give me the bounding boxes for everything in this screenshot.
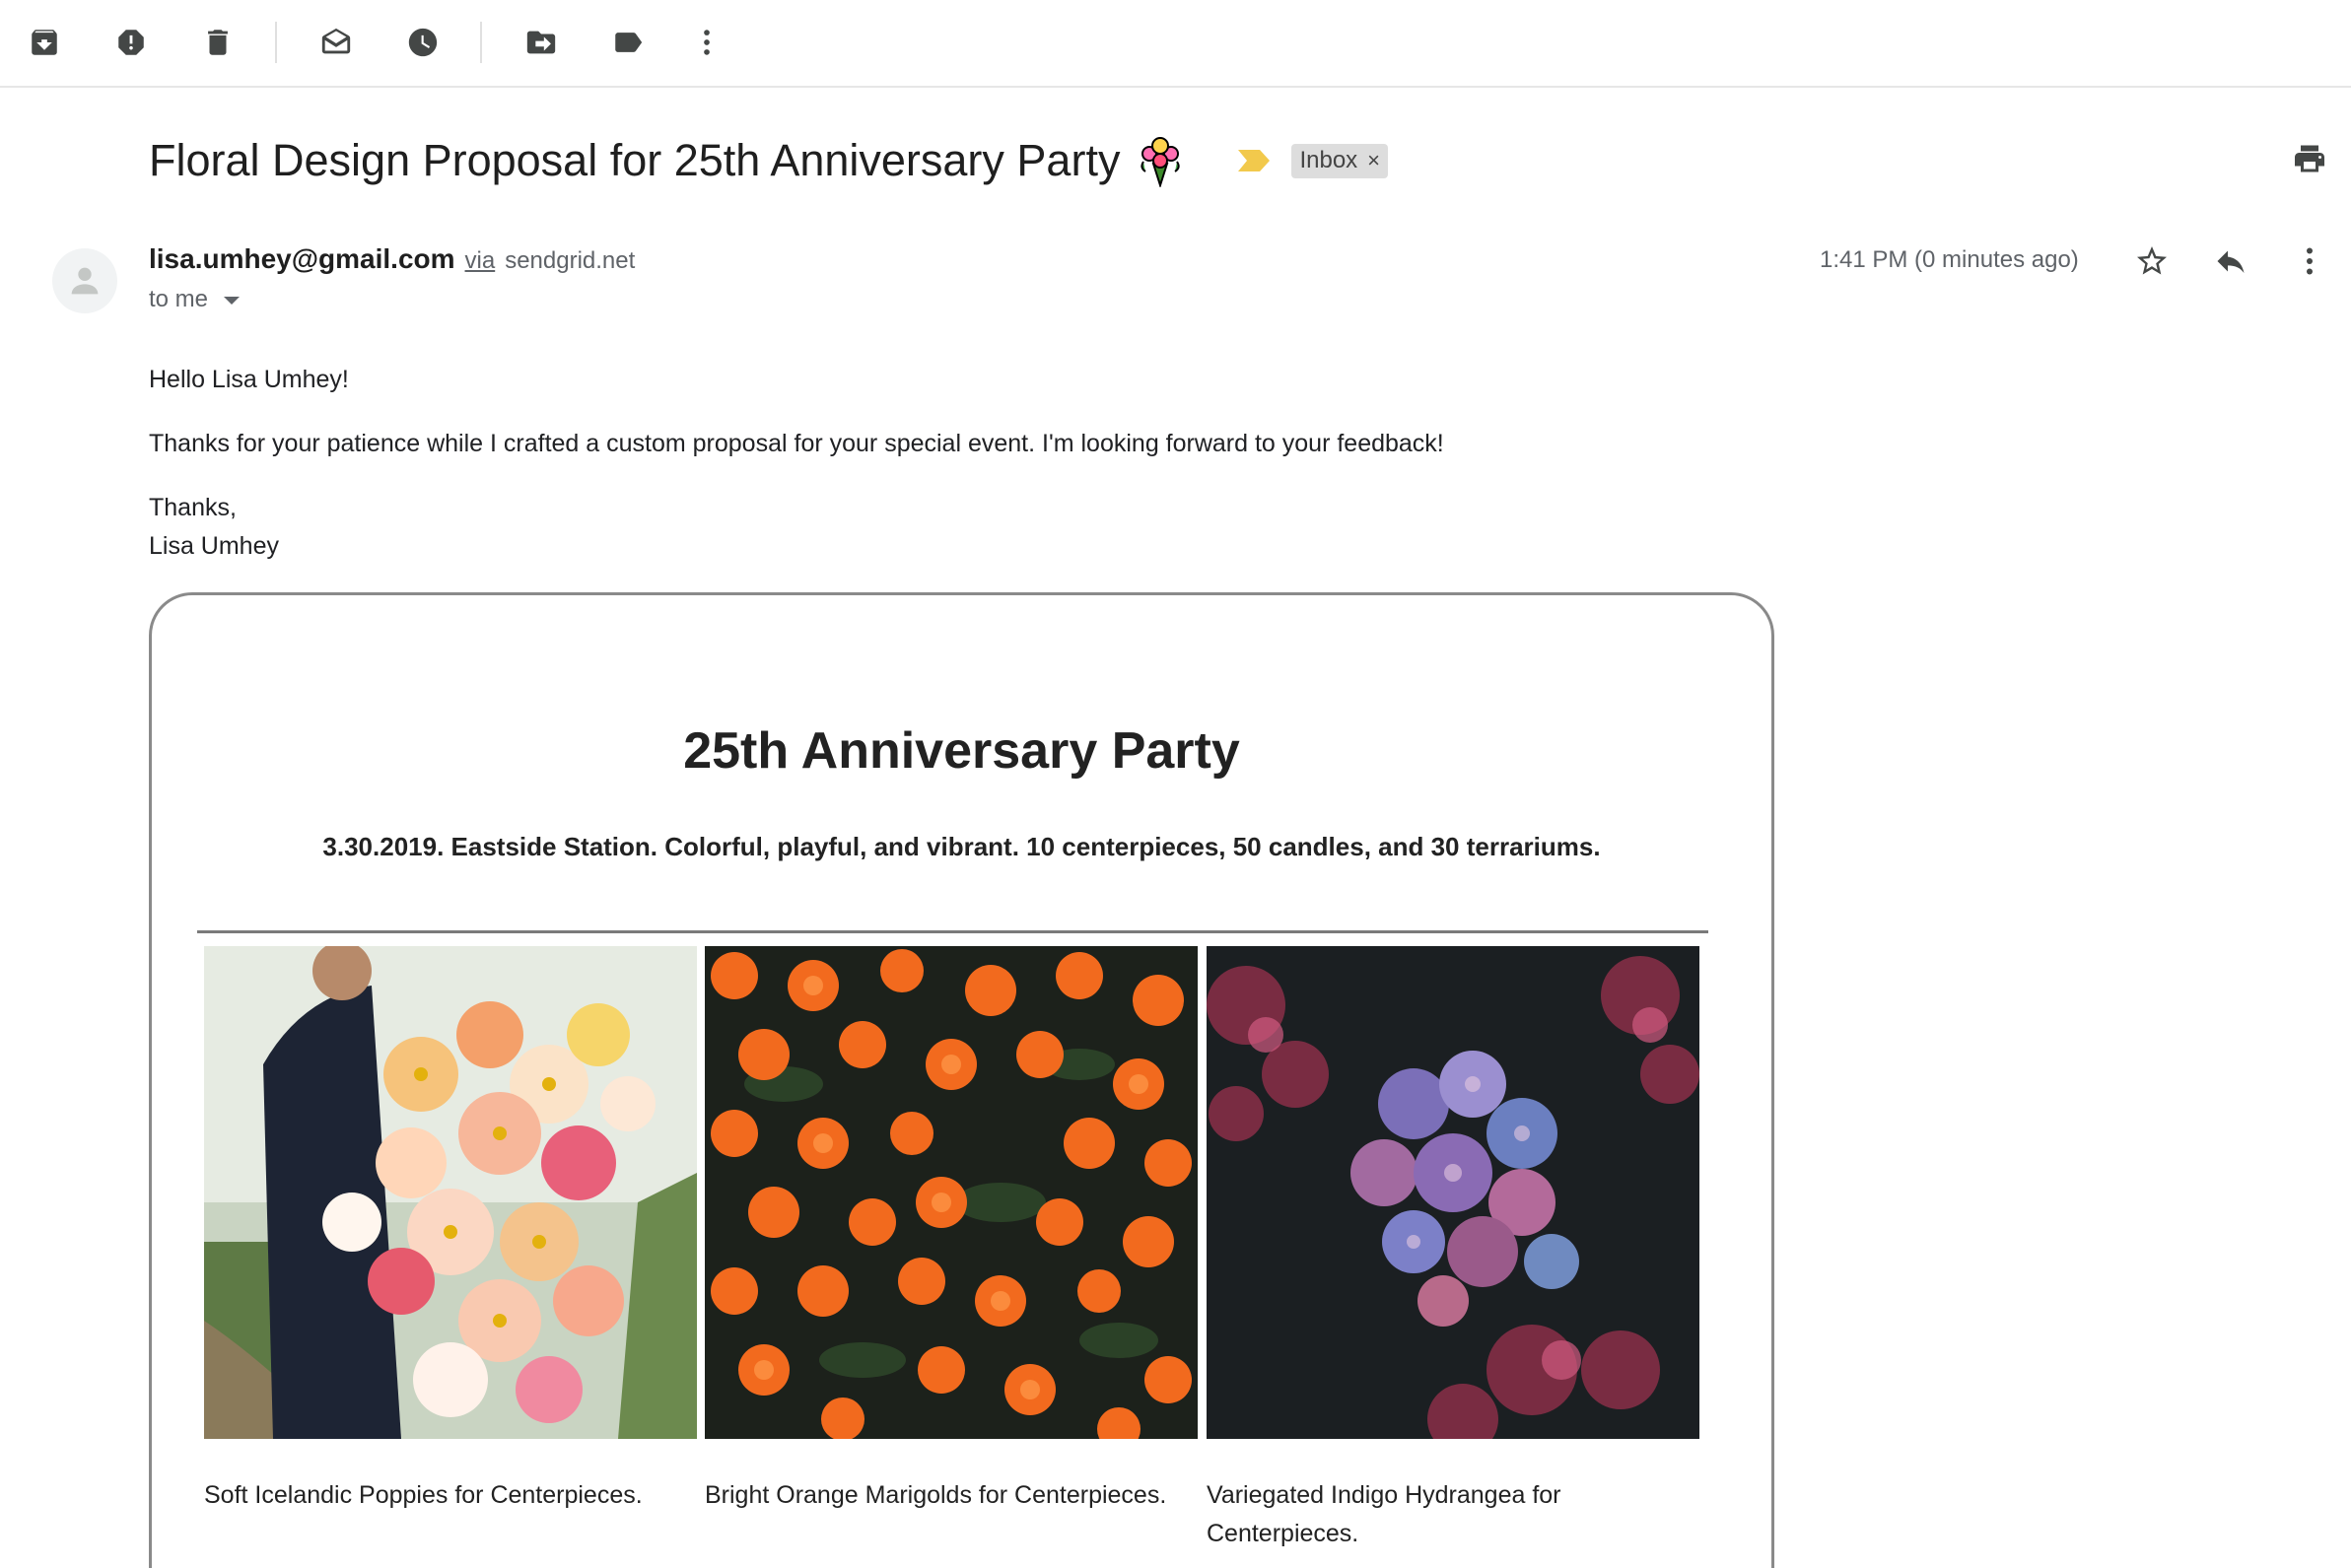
recipients-text: to me: [149, 286, 209, 312]
hydrangea-image[interactable]: [1207, 946, 1699, 1439]
label-chip-inbox[interactable]: Inbox ×: [1291, 143, 1389, 178]
divider: [197, 930, 1708, 933]
email-view: Floral Design Proposal for 25th Annivers…: [0, 0, 2351, 1568]
report-spam-icon[interactable]: [108, 20, 154, 65]
print-icon[interactable]: [2287, 136, 2332, 181]
snooze-icon[interactable]: [400, 20, 446, 65]
subject-row: Floral Design Proposal for 25th Annivers…: [149, 126, 1389, 195]
label-icon[interactable]: [605, 20, 651, 65]
toolbar-divider: [275, 22, 277, 63]
label-chip-text: Inbox: [1299, 147, 1358, 173]
remove-label-icon[interactable]: ×: [1367, 148, 1380, 173]
via-link[interactable]: via: [465, 247, 496, 275]
toolbar: [0, 0, 2351, 88]
caption-marigolds: Bright Orange Marigolds for Centerpieces…: [705, 1481, 1167, 1509]
caret-down-icon[interactable]: [224, 297, 241, 305]
message-more-icon[interactable]: [2287, 239, 2332, 284]
move-to-icon[interactable]: [519, 20, 564, 65]
signoff-text: Thanks,: [149, 494, 237, 521]
reply-icon[interactable]: [2208, 239, 2253, 284]
proposal-card: 25th Anniversary Party 3.30.2019. Eastsi…: [149, 592, 1774, 1568]
person-icon: [71, 267, 99, 295]
proposal-details: 3.30.2019. Eastside Station. Colorful, p…: [322, 832, 1601, 861]
toolbar-divider: [480, 22, 482, 63]
proposal-title: 25th Anniversary Party: [683, 722, 1240, 780]
importance-marker-icon[interactable]: [1236, 148, 1272, 173]
signature-text: Lisa Umhey: [149, 532, 279, 560]
marigolds-image[interactable]: [705, 946, 1198, 1439]
delete-icon[interactable]: [195, 20, 241, 65]
star-icon[interactable]: [2129, 239, 2175, 284]
mark-unread-icon[interactable]: [313, 20, 359, 65]
sender-email[interactable]: lisa.umhey@gmail.com: [149, 243, 455, 275]
archive-icon[interactable]: [22, 20, 67, 65]
caption-hydrangea: Variegated Indigo Hydrangea for Centerpi…: [1207, 1481, 1561, 1547]
sender-avatar[interactable]: [52, 248, 117, 313]
email-subject: Floral Design Proposal for 25th Annivers…: [149, 135, 1121, 185]
poppies-image[interactable]: [204, 946, 697, 1439]
via-domain: sendgrid.net: [505, 247, 636, 274]
sender-line: lisa.umhey@gmail.com via sendgrid.net: [149, 243, 635, 275]
greeting-text: Hello Lisa Umhey!: [149, 366, 349, 393]
bouquet-emoji-icon: [1141, 137, 1181, 187]
email-timestamp: 1:41 PM (0 minutes ago): [1820, 246, 2079, 273]
recipients-toggle[interactable]: to me: [149, 286, 241, 313]
message-text: Thanks for your patience while I crafted…: [149, 430, 1444, 457]
more-vert-icon[interactable]: [684, 20, 729, 65]
caption-poppies: Soft Icelandic Poppies for Centerpieces.: [204, 1481, 643, 1509]
